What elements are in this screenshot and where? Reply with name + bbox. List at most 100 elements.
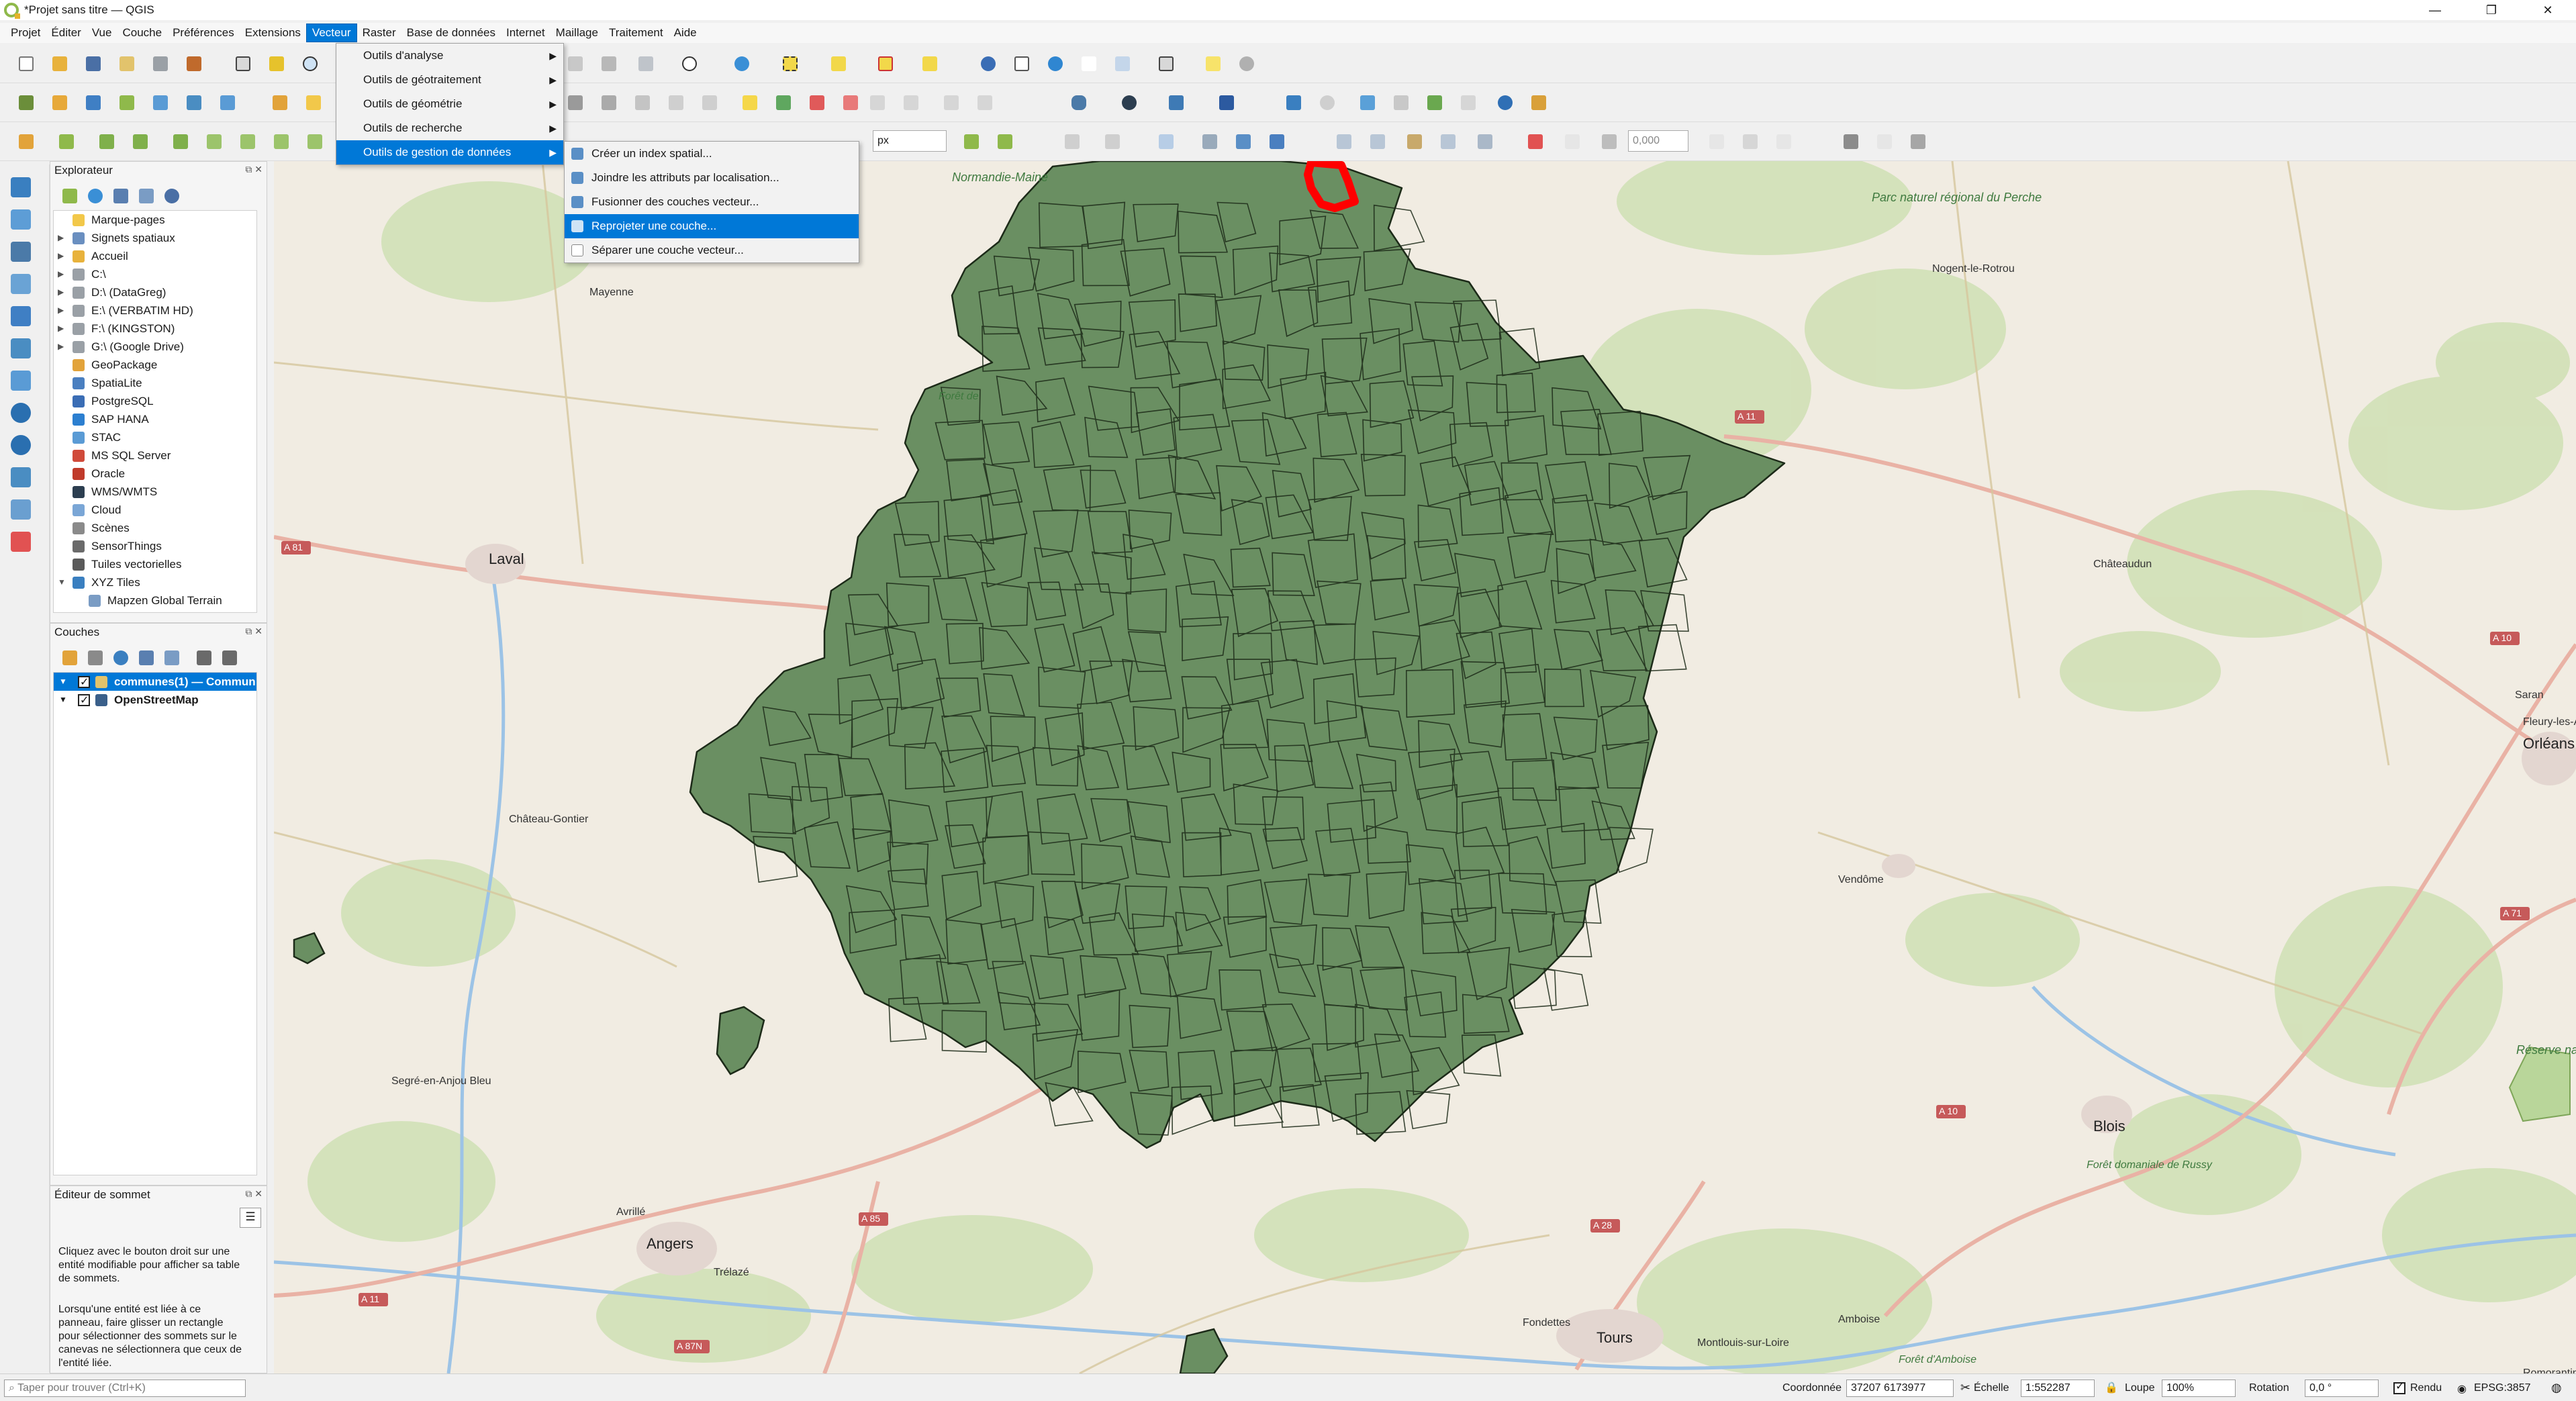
- menu-item-outils-analyse[interactable]: Outils d'analyse ▶: [336, 44, 563, 68]
- save-edits-icon[interactable]: [564, 91, 587, 114]
- layer-edits-icon[interactable]: [598, 91, 620, 114]
- delete-part-icon[interactable]: [236, 130, 259, 153]
- menu-item-joindre-attributs[interactable]: Joindre les attributs par localisation..…: [565, 166, 859, 190]
- maximize-button[interactable]: ❐: [2463, 0, 2520, 20]
- browser-item[interactable]: SAP HANA: [54, 410, 256, 428]
- filter-legend-icon[interactable]: [135, 646, 158, 669]
- add-part-icon[interactable]: [169, 130, 192, 153]
- draw-icon[interactable]: [115, 91, 138, 114]
- menu-traitement[interactable]: Traitement: [604, 24, 669, 42]
- rotation-field[interactable]: 0,0 °: [2305, 1380, 2379, 1397]
- pan-icon[interactable]: [232, 52, 254, 75]
- browser-item[interactable]: GeoPackage: [54, 356, 256, 374]
- statistics-sigma-icon[interactable]: [1078, 52, 1100, 75]
- text-annotation-icon[interactable]: [1333, 130, 1355, 153]
- raster-icon[interactable]: [149, 91, 172, 114]
- expand-arrow-icon[interactable]: ▶: [58, 320, 64, 338]
- expand-arrow-icon[interactable]: ▼: [59, 691, 67, 709]
- menu-base-de-donnees[interactable]: Base de données: [401, 24, 501, 42]
- new-bookmark-icon[interactable]: [564, 52, 587, 75]
- expand-arrow-icon[interactable]: ▼: [59, 673, 67, 691]
- browser-item[interactable]: WMS/WMTS: [54, 483, 256, 501]
- save-as-icon[interactable]: [115, 52, 138, 75]
- layer-item[interactable]: ▼ OpenStreetMap: [54, 691, 256, 710]
- manage-themes-icon[interactable]: [109, 646, 132, 669]
- add-group-icon[interactable]: [84, 646, 107, 669]
- vertex-add-icon[interactable]: [8, 497, 35, 522]
- add-selected-icon[interactable]: [58, 185, 81, 207]
- move-annotation-icon[interactable]: [1474, 130, 1496, 153]
- locator-search-input[interactable]: ⌕ Taper pour trouver (Ctrl+K): [4, 1380, 246, 1397]
- layer-visibility-checkbox[interactable]: [78, 673, 90, 691]
- expand-arrow-icon[interactable]: ▶: [58, 301, 64, 320]
- add-point-icon[interactable]: [55, 130, 78, 153]
- add-ring-icon[interactable]: [95, 130, 118, 153]
- render-checkbox[interactable]: [2393, 1380, 2405, 1394]
- show-labels-icon[interactable]: [866, 91, 889, 114]
- label-style-icon[interactable]: [772, 91, 795, 114]
- geo-select-icon[interactable]: [8, 368, 35, 393]
- scale-field[interactable]: 1:552287: [2021, 1380, 2095, 1397]
- browser-item[interactable]: Cloud: [54, 501, 256, 519]
- properties-icon[interactable]: [160, 185, 183, 207]
- browser-item[interactable]: Marque-pages: [54, 211, 256, 229]
- form-annotation-icon[interactable]: [1403, 130, 1426, 153]
- collapse-layers-icon[interactable]: [218, 646, 241, 669]
- browser-item[interactable]: Mapzen Global Terrain: [54, 591, 256, 610]
- refresh-icon[interactable]: [634, 52, 657, 75]
- info-icon[interactable]: [1494, 91, 1517, 114]
- svg-annotation-icon[interactable]: [1437, 130, 1460, 153]
- vertex-editor-controls-icon[interactable]: ⧉ ✕: [245, 1188, 263, 1200]
- menu-item-fusionner-couches[interactable]: Fusionner des couches vecteur...: [565, 190, 859, 214]
- crosshair-icon[interactable]: [1316, 91, 1339, 114]
- magnifier-field[interactable]: 100%: [2162, 1380, 2236, 1397]
- text-tool-icon[interactable]: [1907, 130, 1929, 153]
- expand-arrow-icon[interactable]: ▶: [58, 229, 64, 247]
- filter-expression-icon[interactable]: [160, 646, 183, 669]
- menu-editer[interactable]: Éditer: [46, 24, 86, 42]
- adv-x-icon[interactable]: [1705, 130, 1728, 153]
- rotate-label-icon[interactable]: [940, 91, 963, 114]
- menu-raster[interactable]: Raster: [357, 24, 401, 42]
- expand-all-icon[interactable]: [193, 646, 216, 669]
- vertex-menu-icon[interactable]: ☰: [240, 1208, 261, 1228]
- split-parts-icon[interactable]: [994, 130, 1016, 153]
- gps-icon[interactable]: [1356, 91, 1379, 114]
- trace-icon[interactable]: [1457, 91, 1480, 114]
- expand-arrow-icon[interactable]: ▼: [58, 573, 66, 591]
- browser-item[interactable]: ▶ Accueil: [54, 247, 256, 265]
- browser-item[interactable]: OpenStreetMap: [54, 610, 256, 612]
- select-vertex-icon[interactable]: [1198, 130, 1221, 153]
- undo-icon[interactable]: [665, 91, 687, 114]
- globe-icon[interactable]: [1118, 91, 1141, 114]
- browser-item[interactable]: MS SQL Server: [54, 446, 256, 465]
- menu-item-reprojeter-couche[interactable]: Reprojeter une couche...: [565, 214, 859, 238]
- html-annotation-icon[interactable]: [1366, 130, 1389, 153]
- browser-item[interactable]: SensorThings: [54, 537, 256, 555]
- pin-label-icon[interactable]: [839, 91, 862, 114]
- grid-select-icon[interactable]: [8, 207, 35, 232]
- crs-label[interactable]: EPSG:3857: [2474, 1380, 2531, 1397]
- filter-browser-icon[interactable]: [109, 185, 132, 207]
- layer-item[interactable]: ▼ communes(1) — Commun: [54, 673, 256, 691]
- browser-item[interactable]: ▶ E:\ (VERBATIM HD): [54, 301, 256, 320]
- menu-item-separer-couche[interactable]: Séparer une couche vecteur...: [565, 238, 859, 262]
- label-abc-icon[interactable]: [738, 91, 761, 114]
- toolbox-gear-icon[interactable]: [1044, 52, 1067, 75]
- adv-distance-icon[interactable]: [1561, 130, 1584, 153]
- crs-globe-icon[interactable]: ◉: [2457, 1382, 2467, 1396]
- select-features-icon[interactable]: [779, 52, 802, 75]
- browser-item[interactable]: STAC: [54, 428, 256, 446]
- menu-item-outils-geotraitement[interactable]: Outils de géotraitement ▶: [336, 68, 563, 92]
- merge-icon[interactable]: [1061, 130, 1084, 153]
- vtile-icon[interactable]: [216, 91, 239, 114]
- open-project-icon[interactable]: [48, 52, 71, 75]
- menu-maillage[interactable]: Maillage: [551, 24, 604, 42]
- move-label-icon[interactable]: [900, 91, 922, 114]
- lock-scale-icon[interactable]: 🔒: [2105, 1381, 2118, 1394]
- pan-to-selection-icon[interactable]: [265, 52, 288, 75]
- identify-icon[interactable]: [977, 52, 1000, 75]
- wms-layer-icon[interactable]: [8, 400, 35, 426]
- measure-icon[interactable]: [1155, 52, 1178, 75]
- refresh-browser-icon[interactable]: [84, 185, 107, 207]
